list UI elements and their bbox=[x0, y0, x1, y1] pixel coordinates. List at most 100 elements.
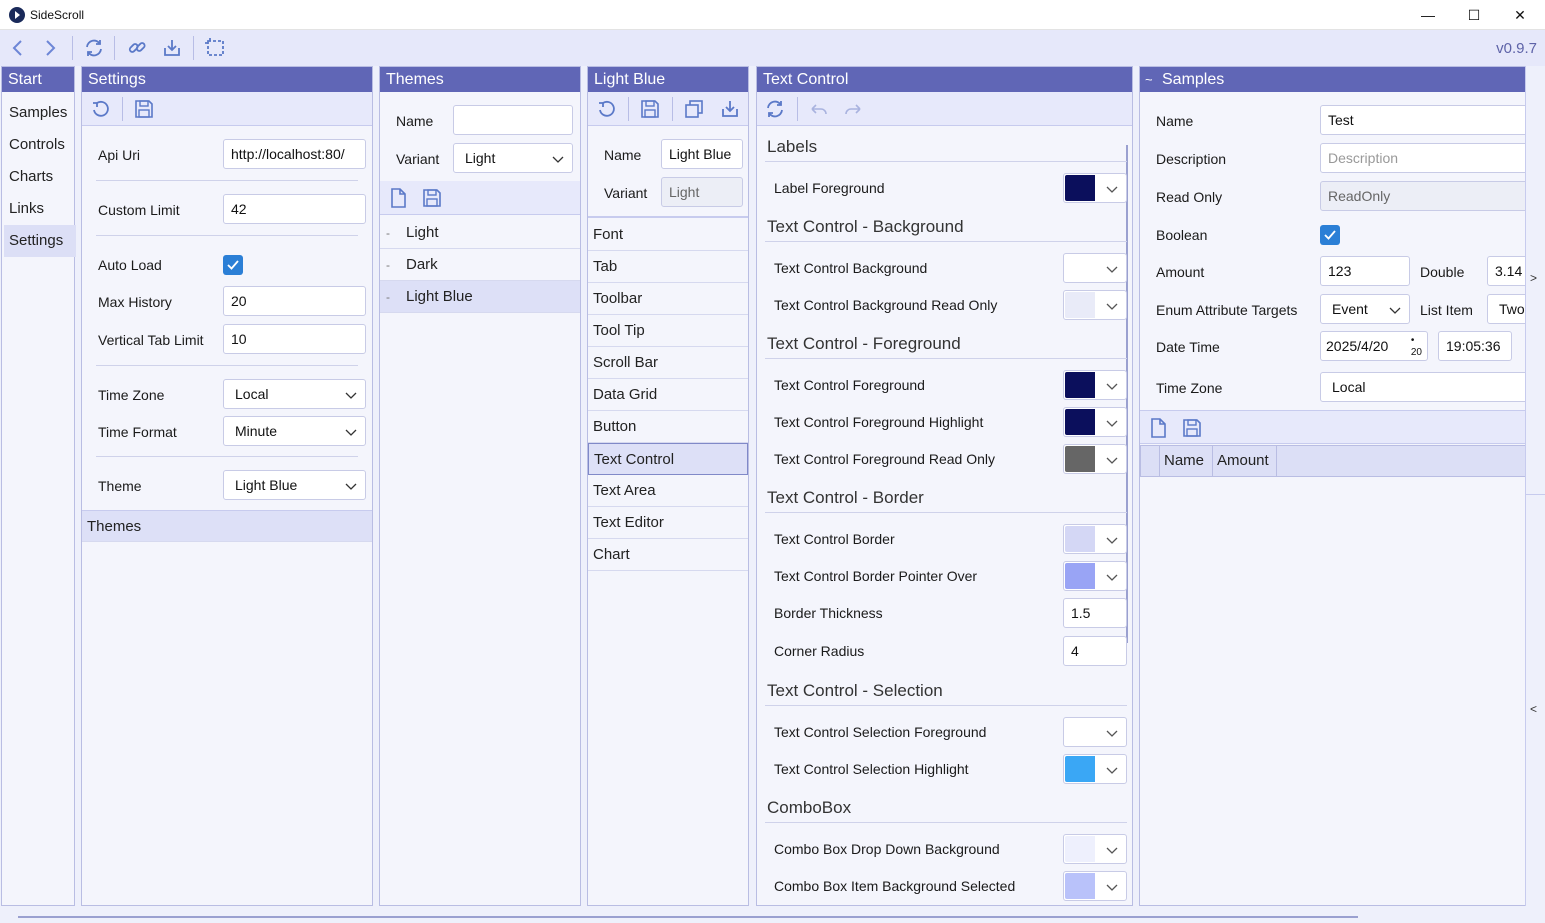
scrollbar-thumb[interactable] bbox=[18, 916, 1358, 918]
api-uri-input[interactable]: http://localhost:80/ bbox=[223, 139, 366, 169]
refresh-icon[interactable] bbox=[763, 97, 787, 121]
undo-icon[interactable] bbox=[594, 97, 618, 121]
label-foreground-color-picker[interactable] bbox=[1063, 173, 1127, 203]
description-input[interactable]: Description bbox=[1320, 143, 1525, 173]
settings-themes-item[interactable]: Themes bbox=[82, 510, 372, 542]
time-zone-select[interactable]: Local bbox=[223, 379, 366, 409]
sample-time-zone-select[interactable]: Local bbox=[1320, 372, 1525, 402]
samples-panel: ~ Samples Name Test Description Descript… bbox=[1139, 66, 1525, 906]
new-file-icon[interactable] bbox=[1146, 416, 1170, 440]
grid-column-amount[interactable]: Amount bbox=[1213, 446, 1277, 476]
save-icon[interactable] bbox=[1180, 416, 1204, 440]
boolean-checkbox[interactable] bbox=[1320, 225, 1340, 245]
back-icon[interactable] bbox=[6, 36, 30, 60]
lb-item-data-grid[interactable]: Data Grid bbox=[588, 379, 748, 411]
maximize-button[interactable]: ☐ bbox=[1451, 0, 1497, 30]
list-item-select[interactable]: Two bbox=[1487, 294, 1525, 324]
forward-icon[interactable] bbox=[38, 36, 62, 60]
lb-item-font[interactable]: Font bbox=[588, 219, 748, 251]
lb-item-text-editor[interactable]: Text Editor bbox=[588, 507, 748, 539]
data-grid-header: Name Amount bbox=[1140, 445, 1525, 477]
vertical-tab-limit-input[interactable]: 10 bbox=[223, 324, 366, 354]
border-thickness-input[interactable]: 1.5 bbox=[1063, 598, 1127, 628]
sel-highlight-color-picker[interactable] bbox=[1063, 754, 1127, 784]
enum-select[interactable]: Event bbox=[1320, 294, 1410, 324]
theme-variant-select[interactable]: Light bbox=[453, 143, 573, 173]
corner-radius-input[interactable]: 4 bbox=[1063, 636, 1127, 666]
undo-icon[interactable] bbox=[88, 97, 112, 121]
lb-item-text-area[interactable]: Text Area bbox=[588, 475, 748, 507]
nav-item-links[interactable]: Links bbox=[4, 193, 76, 225]
new-file-icon[interactable] bbox=[386, 186, 410, 210]
nav-item-controls[interactable]: Controls bbox=[4, 129, 76, 161]
minimize-button[interactable]: — bbox=[1405, 0, 1451, 30]
collapse-left-icon[interactable]: < bbox=[1530, 702, 1537, 716]
collapse-toggle-icon[interactable]: ~ bbox=[1145, 67, 1153, 92]
tc-foreground-hl-color-picker[interactable] bbox=[1063, 407, 1127, 437]
tc-background-color-picker[interactable] bbox=[1063, 253, 1127, 283]
copy-icon[interactable] bbox=[682, 97, 706, 121]
tc-background-ro-label: Text Control Background Read Only bbox=[774, 297, 998, 313]
close-button[interactable]: ✕ bbox=[1497, 0, 1543, 30]
time-input[interactable]: 19:05:36 bbox=[1438, 331, 1512, 361]
tc-border-po-color-picker[interactable] bbox=[1063, 561, 1127, 591]
tc-foreground-color-picker[interactable] bbox=[1063, 370, 1127, 400]
theme-select[interactable]: Light Blue bbox=[223, 470, 366, 500]
nav-header[interactable]: Start bbox=[2, 67, 74, 92]
settings-panel: Settings Api Uri http://localhost:80/ Cu… bbox=[81, 66, 373, 906]
max-history-input[interactable]: 20 bbox=[223, 286, 366, 316]
snapshot-icon[interactable] bbox=[203, 36, 227, 60]
theme-item-dark[interactable]: - Dark bbox=[380, 249, 580, 281]
theme-item-light[interactable]: - Light bbox=[380, 217, 580, 249]
lb-item-text-control[interactable]: Text Control bbox=[588, 443, 748, 475]
tc-background-ro-color-picker[interactable] bbox=[1063, 290, 1127, 320]
redo-arrow-icon[interactable] bbox=[841, 97, 865, 121]
theme-item-light-blue[interactable]: - Light Blue bbox=[380, 281, 580, 313]
lb-item-tab[interactable]: Tab bbox=[588, 251, 748, 283]
lb-item-chart[interactable]: Chart bbox=[588, 539, 748, 571]
lb-name-input[interactable]: Light Blue bbox=[661, 139, 743, 169]
refresh-icon[interactable] bbox=[82, 36, 106, 60]
lb-item-button[interactable]: Button bbox=[588, 411, 748, 443]
calendar-icon[interactable]: • 20 bbox=[1411, 335, 1422, 359]
amount-input[interactable]: 123 bbox=[1320, 256, 1410, 286]
tc-border-color-picker[interactable] bbox=[1063, 524, 1127, 554]
auto-load-checkbox[interactable] bbox=[223, 255, 243, 275]
lb-variant-input: Light bbox=[661, 177, 743, 207]
divider bbox=[765, 358, 1127, 359]
lb-item-scroll-bar[interactable]: Scroll Bar bbox=[588, 347, 748, 379]
custom-limit-input[interactable]: 42 bbox=[223, 194, 366, 224]
cb-dropdown-bg-color-picker[interactable] bbox=[1063, 834, 1127, 864]
divider bbox=[588, 216, 748, 218]
sample-name-input[interactable]: Test bbox=[1320, 105, 1525, 135]
import-icon[interactable] bbox=[160, 36, 184, 60]
time-format-select[interactable]: Minute bbox=[223, 416, 366, 446]
sel-foreground-color-picker[interactable] bbox=[1063, 717, 1127, 747]
chevron-down-icon bbox=[1106, 537, 1118, 544]
theme-name-input[interactable] bbox=[453, 105, 573, 135]
read-only-input: ReadOnly bbox=[1320, 181, 1525, 211]
cb-item-bg-sel-color-picker[interactable] bbox=[1063, 871, 1127, 901]
custom-limit-label: Custom Limit bbox=[98, 202, 180, 218]
toolbar-separator bbox=[193, 36, 194, 60]
horizontal-scrollbar[interactable] bbox=[0, 906, 1545, 923]
nav-item-charts[interactable]: Charts bbox=[4, 161, 76, 193]
tc-foreground-ro-color-picker[interactable] bbox=[1063, 444, 1127, 474]
link-icon[interactable] bbox=[125, 36, 149, 60]
theme-variant-value: Light bbox=[465, 150, 496, 166]
expand-right-icon[interactable]: > bbox=[1530, 271, 1537, 285]
save-icon[interactable] bbox=[420, 186, 444, 210]
light-blue-header: Light Blue bbox=[588, 67, 748, 92]
date-input[interactable]: 2025/4/20 • 20 bbox=[1320, 331, 1428, 361]
save-icon[interactable] bbox=[132, 97, 156, 121]
lb-item-tool-tip[interactable]: Tool Tip bbox=[588, 315, 748, 347]
grid-column-name[interactable]: Name bbox=[1160, 446, 1213, 476]
undo-arrow-icon[interactable] bbox=[807, 97, 831, 121]
nav-item-settings[interactable]: Settings bbox=[4, 225, 76, 257]
lb-item-toolbar[interactable]: Toolbar bbox=[588, 283, 748, 315]
double-input[interactable]: 3.14 bbox=[1487, 256, 1525, 286]
nav-item-samples[interactable]: Samples bbox=[4, 97, 76, 129]
import-icon[interactable] bbox=[718, 97, 742, 121]
save-icon[interactable] bbox=[638, 97, 662, 121]
chevron-down-icon bbox=[345, 429, 357, 436]
